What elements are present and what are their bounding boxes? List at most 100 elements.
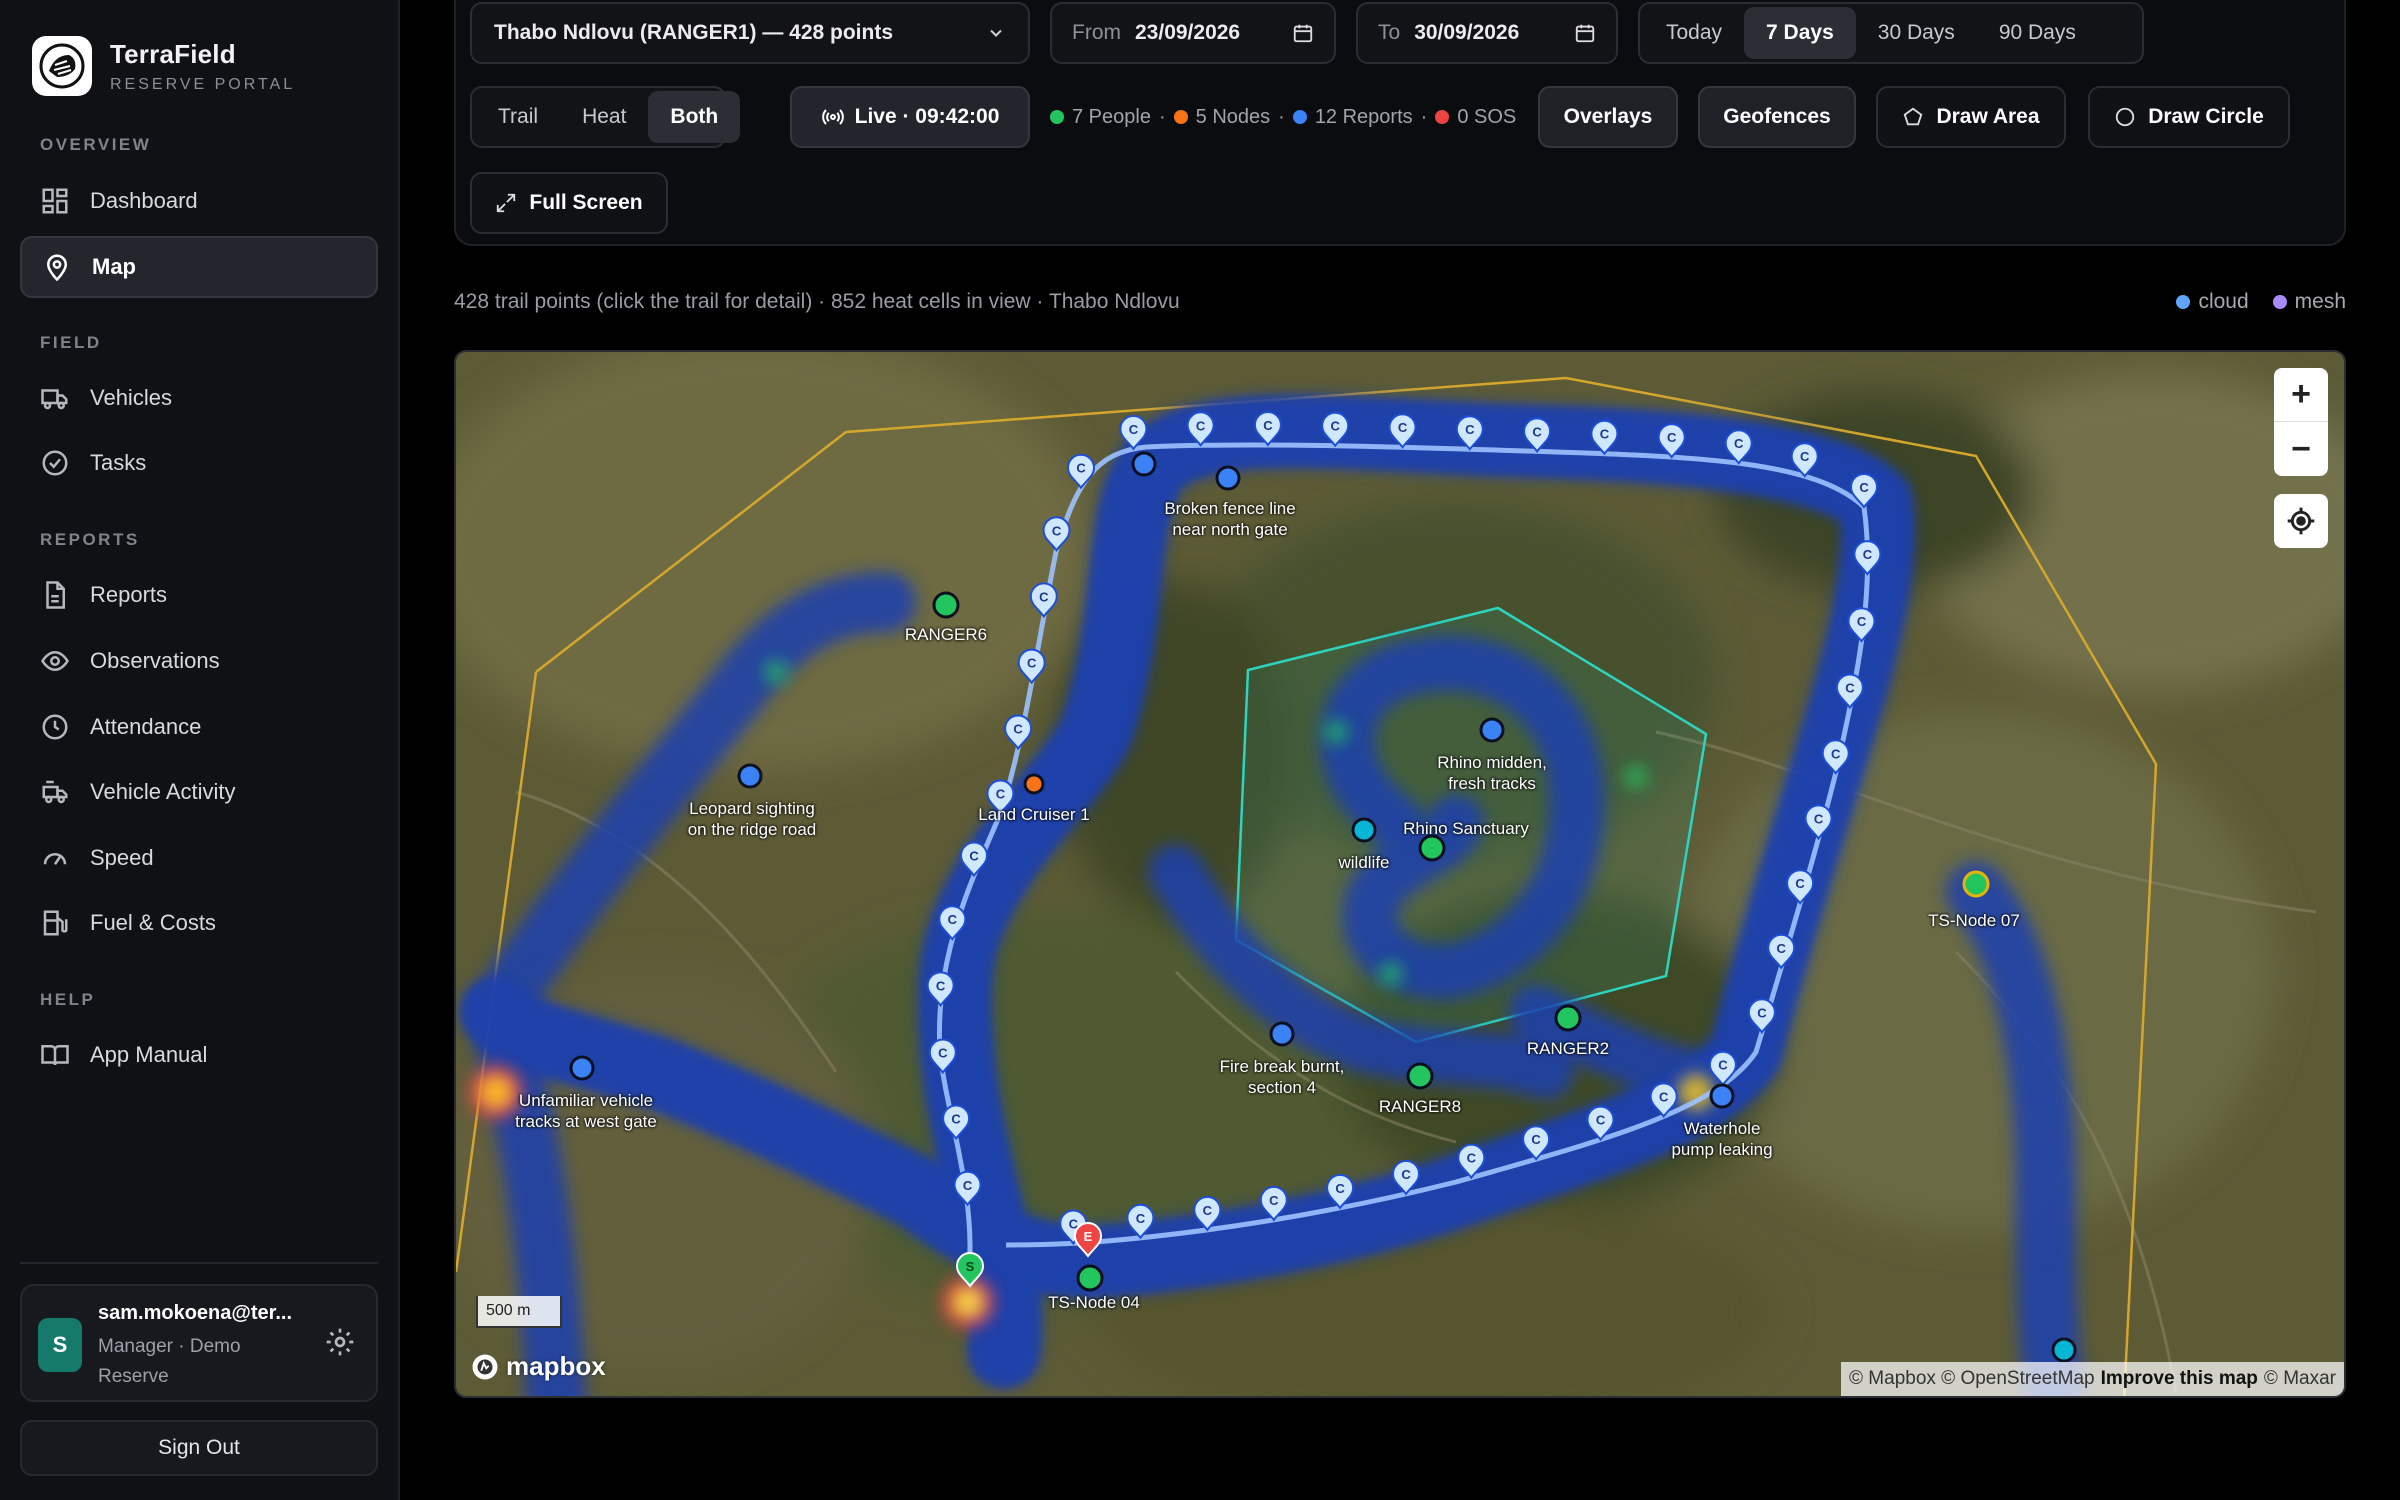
mapbox-logo-text: mapbox bbox=[506, 1351, 606, 1381]
draw-area-button[interactable]: Draw Area bbox=[1876, 86, 2066, 148]
person-ranger6[interactable] bbox=[932, 591, 960, 619]
geofences-button[interactable]: Geofences bbox=[1698, 86, 1856, 148]
user-card[interactable]: S sam.mokoena@ter... Manager · Demo Rese… bbox=[20, 1284, 378, 1402]
range-7days-button[interactable]: 7 Days bbox=[1744, 7, 1856, 59]
wildlife-point[interactable] bbox=[1351, 817, 1377, 843]
wildlife-point-2[interactable] bbox=[2051, 1337, 2077, 1363]
sidebar-item-label: Dashboard bbox=[90, 188, 198, 213]
trail-point-letter: C bbox=[951, 1112, 961, 1127]
legend-mesh: mesh bbox=[2294, 290, 2346, 313]
sidebar-item-label: Vehicle Activity bbox=[90, 779, 236, 804]
chevron-down-icon bbox=[990, 29, 1002, 37]
circle-icon bbox=[2116, 107, 2135, 127]
sidebar-item-label: Tasks bbox=[90, 450, 147, 475]
attrib-maxar[interactable]: © Maxar bbox=[2264, 1368, 2336, 1390]
trail-point-letter: C bbox=[1136, 1211, 1146, 1226]
label-broken-fence: Broken fence line near north gate bbox=[1164, 498, 1295, 540]
person-ranger8[interactable] bbox=[1406, 1062, 1434, 1090]
live-toggle-button[interactable]: Live · 09:42:00 bbox=[790, 86, 1030, 148]
label-rhino-midden: Rhino midden, fresh tracks bbox=[1437, 752, 1547, 794]
separator: · bbox=[1278, 105, 1285, 128]
mapbox-logo[interactable]: mapbox bbox=[470, 1351, 606, 1382]
trail-point-letter: C bbox=[1757, 1005, 1767, 1020]
sidebar-divider bbox=[20, 1262, 378, 1264]
trail-point-letter: C bbox=[1039, 589, 1049, 604]
attrib-improve[interactable]: Improve this map bbox=[2101, 1368, 2258, 1390]
sidebar-item-vehicle-activity[interactable]: Vehicle Activity bbox=[20, 761, 378, 823]
node-ts-07[interactable] bbox=[1962, 870, 1990, 898]
node-ts-04[interactable] bbox=[1076, 1264, 1104, 1292]
trail-point-letter: C bbox=[1335, 1181, 1345, 1196]
ranger-select[interactable]: Thabo Ndlovu (RANGER1) — 428 points bbox=[470, 2, 1030, 64]
sidebar-item-attendance[interactable]: Attendance bbox=[20, 696, 378, 758]
sidebar-item-app-manual[interactable]: App Manual bbox=[20, 1024, 378, 1086]
trail-point-letter: C bbox=[1667, 430, 1677, 445]
trail-point-letter: C bbox=[1600, 427, 1610, 442]
trail-point-letter: C bbox=[1814, 811, 1824, 826]
report-broken-fence-2[interactable] bbox=[1215, 465, 1241, 491]
sidebar-item-observations[interactable]: Observations bbox=[20, 630, 378, 692]
sign-out-button[interactable]: Sign Out bbox=[20, 1420, 378, 1476]
geolocate-button[interactable] bbox=[2274, 494, 2328, 548]
sidebar-item-dashboard[interactable]: Dashboard bbox=[20, 170, 378, 232]
range-30days-button[interactable]: 30 Days bbox=[1856, 7, 1977, 59]
report-unfamiliar[interactable] bbox=[569, 1055, 595, 1081]
sos-dot bbox=[1435, 110, 1450, 124]
nav-section-overview: OVERVIEW bbox=[40, 135, 152, 154]
range-today-button[interactable]: Today bbox=[1644, 7, 1744, 59]
brand[interactable]: TerraField RESERVE PORTAL bbox=[32, 36, 295, 96]
range-90days-button[interactable]: 90 Days bbox=[1977, 7, 2098, 59]
sidebar-item-vehicles[interactable]: Vehicles bbox=[20, 367, 378, 429]
clock-icon bbox=[42, 714, 68, 740]
trail-point-letter: C bbox=[1013, 722, 1023, 737]
person-sanctuary[interactable] bbox=[1418, 834, 1446, 862]
label-fire-break: Fire break burnt, section 4 bbox=[1220, 1056, 1345, 1098]
nav-section-help: HELP bbox=[40, 990, 96, 1009]
sidebar-item-tasks[interactable]: Tasks bbox=[20, 432, 378, 494]
trail-point-letter: C bbox=[1331, 419, 1341, 434]
cloud-dot bbox=[2176, 295, 2191, 309]
report-fire-break[interactable] bbox=[1269, 1021, 1295, 1047]
trail-point-letter: C bbox=[1659, 1089, 1669, 1104]
live-time: Live · 09:42:00 bbox=[854, 105, 1000, 128]
sidebar-item-map[interactable]: Map bbox=[20, 236, 378, 298]
trail-point-letter: C bbox=[1203, 1203, 1213, 1218]
brand-subtitle: RESERVE PORTAL bbox=[110, 75, 296, 93]
mode-trail-button[interactable]: Trail bbox=[476, 91, 560, 143]
label-waterhole: Waterhole pump leaking bbox=[1671, 1118, 1772, 1160]
full-screen-button[interactable]: Full Screen bbox=[470, 172, 668, 234]
from-date-field[interactable]: From 23/09/2026 bbox=[1050, 2, 1336, 64]
map-canvas[interactable]: C C C C C C C C C C C C C C C C C C C C … bbox=[454, 350, 2346, 1398]
zoom-out-button[interactable]: − bbox=[2274, 422, 2328, 476]
zoom-in-button[interactable]: + bbox=[2274, 368, 2328, 422]
attrib-osm[interactable]: © OpenStreetMap bbox=[1941, 1368, 2094, 1390]
overlays-button[interactable]: Overlays bbox=[1538, 86, 1678, 148]
attrib-mapbox[interactable]: © Mapbox bbox=[1849, 1368, 1936, 1390]
report-rhino-midden[interactable] bbox=[1479, 717, 1505, 743]
node-land-cruiser[interactable] bbox=[1023, 773, 1045, 795]
mode-both-button[interactable]: Both bbox=[648, 91, 741, 143]
trail-point-letter: C bbox=[1398, 420, 1408, 435]
user-role: Manager · Demo Reserve bbox=[98, 1336, 241, 1387]
person-ranger2[interactable] bbox=[1554, 1004, 1582, 1032]
mode-heat-button[interactable]: Heat bbox=[560, 91, 648, 143]
draw-circle-button[interactable]: Draw Circle bbox=[2088, 86, 2290, 148]
report-leopard[interactable] bbox=[737, 763, 763, 789]
sidebar-item-speed[interactable]: Speed bbox=[20, 827, 378, 889]
label-ranger2: RANGER2 bbox=[1526, 1039, 1610, 1058]
crosshair-icon bbox=[2287, 507, 2315, 535]
gear-icon[interactable] bbox=[324, 1326, 356, 1358]
vehicle-activity-icon bbox=[42, 780, 68, 804]
sidebar-item-fuel[interactable]: Fuel & Costs bbox=[20, 892, 378, 954]
trail-point-letter: C bbox=[1129, 422, 1139, 437]
report-waterhole[interactable] bbox=[1709, 1083, 1735, 1109]
trail-point-letter: C bbox=[1777, 941, 1787, 956]
label-ranger8: RANGER8 bbox=[1378, 1097, 1462, 1116]
separator: · bbox=[1420, 105, 1428, 128]
from-label: From bbox=[1072, 21, 1121, 44]
report-broken-fence[interactable] bbox=[1131, 451, 1157, 477]
to-date-field[interactable]: To 30/09/2026 bbox=[1356, 2, 1618, 64]
sos-count: 0 SOS bbox=[1457, 105, 1517, 128]
map-svg[interactable]: CCCCCCCCCCCCC C C C C C C C C CCCCCCCCCC… bbox=[456, 352, 2346, 1398]
sidebar-item-reports[interactable]: Reports bbox=[20, 564, 378, 626]
